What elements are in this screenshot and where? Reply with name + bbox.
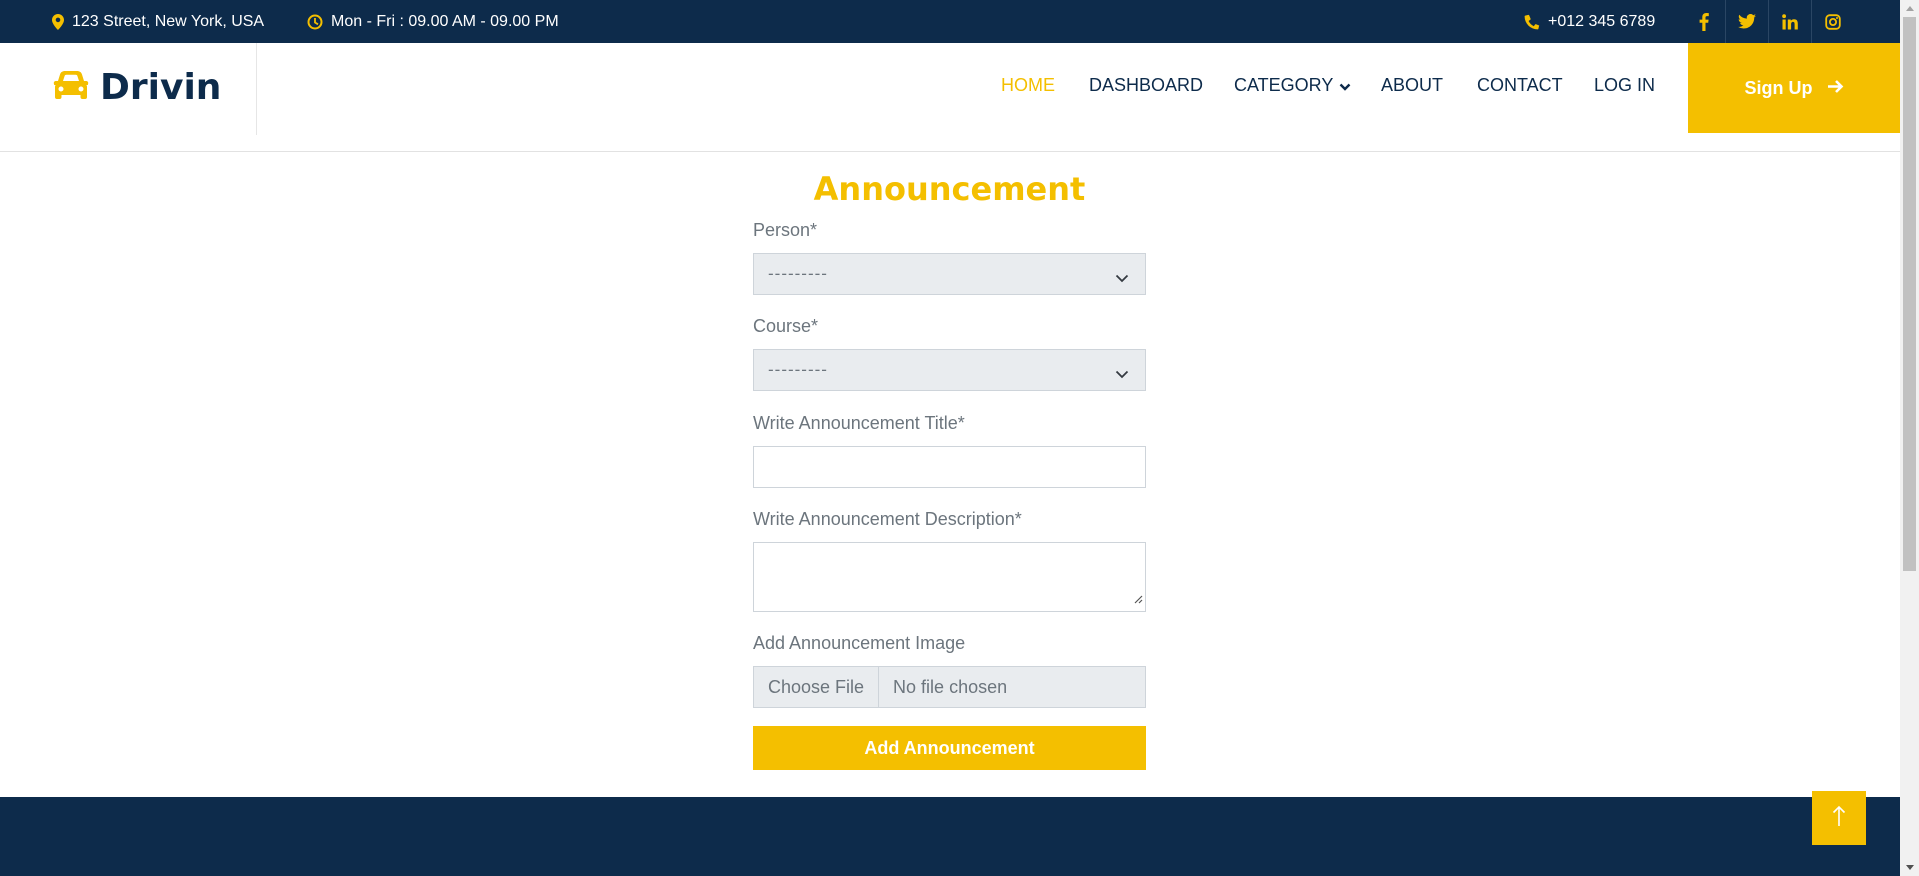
image-label: Add Announcement Image [753, 633, 966, 653]
address-text: 123 Street, New York, USA [72, 12, 265, 30]
page-title: Announcement [813, 170, 1086, 208]
resize-grip-icon[interactable] [1134, 591, 1143, 609]
clock-icon [307, 14, 323, 30]
hours-text: Mon - Fri : 09.00 AM - 09.00 PM [331, 12, 559, 30]
facebook-icon[interactable] [1682, 0, 1725, 43]
car-icon [52, 70, 90, 105]
description-label: Write Announcement Description* [753, 509, 1022, 529]
chevron-down-icon [1115, 364, 1129, 384]
signup-button[interactable]: Sign Up [1688, 43, 1900, 133]
person-select-value: --------- [768, 264, 828, 283]
back-to-top-button[interactable] [1812, 791, 1866, 845]
chevron-down-icon [1339, 76, 1351, 97]
add-announcement-button[interactable]: Add Announcement [753, 726, 1146, 770]
phone-icon [1524, 14, 1540, 30]
scrollbar[interactable] [1900, 0, 1919, 876]
title-label: Write Announcement Title* [753, 413, 965, 433]
footer [0, 797, 1900, 876]
navbar: Drivin HOME DASHBOARD CATEGORY ABOUT CON… [0, 43, 1900, 152]
nav-about[interactable]: ABOUT [1381, 75, 1443, 96]
instagram-icon[interactable] [1811, 0, 1854, 43]
course-label: Course* [753, 316, 819, 336]
person-select[interactable]: --------- [753, 253, 1146, 295]
chevron-down-icon [1115, 268, 1129, 288]
no-file-text: No file chosen [893, 676, 1008, 697]
linkedin-icon[interactable] [1768, 0, 1811, 43]
nav-category-label: CATEGORY [1234, 75, 1334, 95]
twitter-icon[interactable] [1725, 0, 1768, 43]
arrow-right-icon [1827, 78, 1844, 99]
announcement-description-textarea[interactable] [753, 542, 1146, 612]
scroll-up-arrow-icon[interactable] [1904, 3, 1915, 14]
person-label: Person* [753, 220, 818, 240]
scroll-down-arrow-icon[interactable] [1904, 862, 1915, 873]
phone-text: +012 345 6789 [1548, 12, 1656, 30]
course-select-value: --------- [768, 360, 828, 379]
announcement-title-input[interactable] [753, 446, 1146, 488]
hours-item: Mon - Fri : 09.00 AM - 09.00 PM [307, 0, 559, 43]
brand-logo[interactable]: Drivin [52, 43, 221, 131]
signup-label: Sign Up [1744, 77, 1813, 98]
image-file-input[interactable]: Choose File No file chosen [753, 666, 1146, 708]
map-marker-icon [52, 13, 64, 30]
address-item: 123 Street, New York, USA [52, 0, 264, 43]
course-select[interactable]: --------- [753, 349, 1146, 391]
arrow-up-icon [1832, 805, 1846, 832]
brand-name: Drivin [100, 66, 222, 108]
nav-dashboard[interactable]: DASHBOARD [1089, 75, 1203, 96]
top-bar: 123 Street, New York, USA Mon - Fri : 09… [0, 0, 1900, 43]
nav-category[interactable]: CATEGORY [1234, 75, 1351, 97]
social-links [1682, 0, 1854, 43]
nav-home[interactable]: HOME [1001, 75, 1055, 96]
brand-divider [256, 43, 257, 135]
scroll-thumb[interactable] [1903, 17, 1916, 571]
nav-login[interactable]: LOG IN [1594, 75, 1655, 96]
choose-file-button[interactable]: Choose File [754, 667, 880, 707]
nav-contact[interactable]: CONTACT [1477, 75, 1563, 96]
phone-item: +012 345 6789 [1524, 0, 1655, 43]
